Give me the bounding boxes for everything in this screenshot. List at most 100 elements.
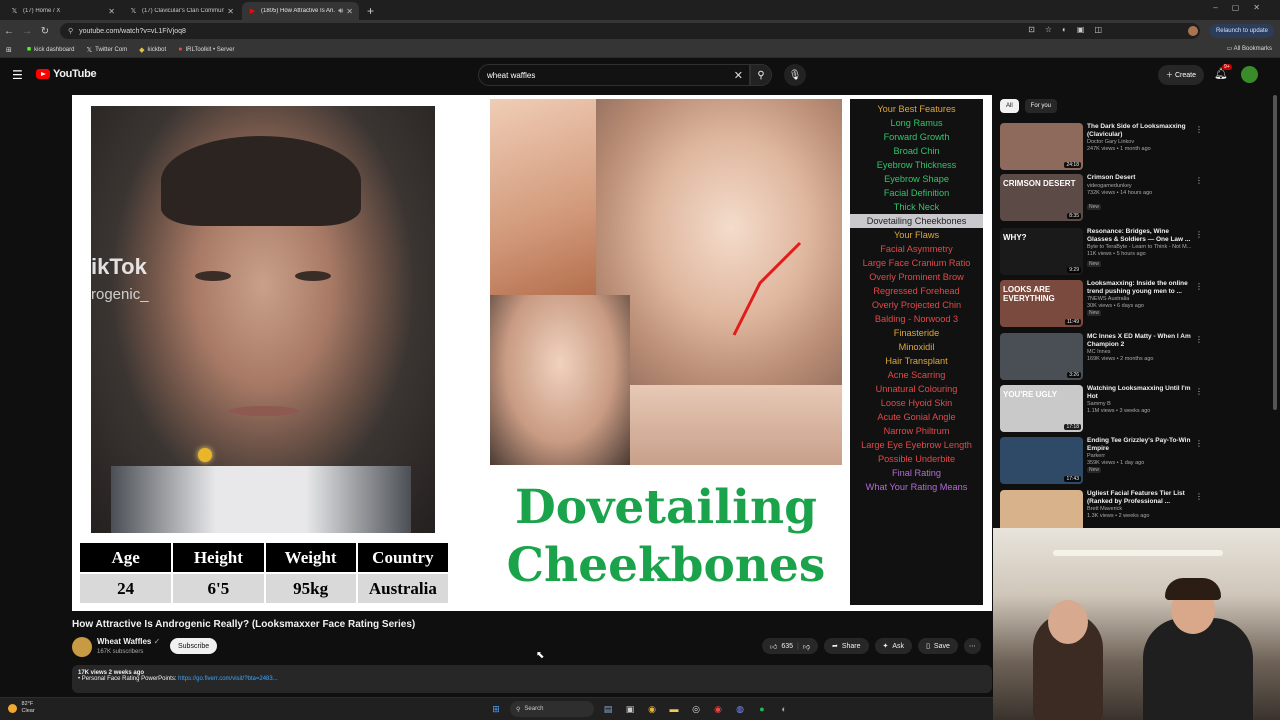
youtube-logo[interactable]: YouTube — [36, 68, 97, 80]
video-actions: 👍︎ 635 | 👎︎ ➦ Share ✦ Ask ▯ Save ⋯ — [762, 638, 981, 654]
description-box[interactable]: 17K views 2 weeks ago • Personal Face Ra… — [72, 665, 992, 693]
bookmark-twitter[interactable]: 𝕏 Twitter Com — [86, 46, 127, 54]
like-button[interactable]: 👍︎ 635 | 👎︎ — [762, 638, 818, 654]
description-link[interactable]: https://go.fiverr.com/visit/?bta=2483... — [178, 676, 278, 682]
clear-search-icon[interactable]: ✕ — [734, 69, 743, 82]
discord-icon[interactable]: ◍ — [732, 701, 748, 717]
site-info-icon[interactable]: ⚲ — [68, 27, 73, 35]
close-tab-icon[interactable]: ✕ — [227, 7, 234, 16]
video-thumbnail[interactable]: 3:26 — [1000, 333, 1083, 380]
recommended-video[interactable]: 3:26 MC Innes X ED Matty - When I Am Cha… — [1000, 333, 1203, 381]
recommended-channel[interactable]: MC Innes — [1087, 349, 1111, 355]
browser-icon[interactable]: ◉ — [710, 701, 726, 717]
ask-button[interactable]: ✦ Ask — [874, 638, 913, 654]
recommended-video-title[interactable]: Ugliest Facial Features Tier List (Ranke… — [1087, 490, 1195, 506]
recommended-video-title[interactable]: Looksmaxxing: Inside the online trend pu… — [1087, 280, 1195, 296]
recommended-video[interactable]: 17:43 Ending Tee Grizzley's Pay-To-Win E… — [1000, 437, 1203, 485]
recommended-video[interactable]: 24:18 The Dark Side of Looksmaxxing (Cla… — [1000, 123, 1203, 171]
more-options-icon[interactable]: ⋮ — [1195, 492, 1203, 501]
more-options-icon[interactable]: ⋮ — [1195, 387, 1203, 396]
browser-tab[interactable]: 𝕏 (17) Clavicular's Clan Communi... ✕ — [123, 2, 240, 20]
back-icon[interactable]: ← — [0, 26, 18, 37]
mute-tab-icon[interactable]: 🔊︎ — [338, 6, 343, 16]
video-thumbnail[interactable]: YOU'RE UGLY 17:18 — [1000, 385, 1083, 432]
more-options-icon[interactable]: ⋮ — [1195, 439, 1203, 448]
recommended-channel[interactable]: Brett Maverick — [1087, 506, 1122, 512]
recommended-video[interactable]: WHY? 9:29 Resonance: Bridges, Wine Glass… — [1000, 228, 1203, 276]
voice-search-button[interactable]: 🎙︎ — [784, 64, 806, 86]
subscribe-button[interactable]: Subscribe — [170, 638, 218, 654]
search-input[interactable]: wheat waffles ✕ — [478, 64, 750, 86]
bookmark-kick-dashboard[interactable]: ■ kick dashboard — [27, 46, 75, 53]
taskbar-search[interactable]: ⚲ Search — [510, 701, 594, 717]
chrome-icon[interactable]: ◉ — [644, 701, 660, 717]
video-thumbnail[interactable]: LOOKS ARE EVERYTHING 11:49 — [1000, 280, 1083, 327]
recommended-channel[interactable]: Sammy B — [1087, 401, 1111, 407]
recommended-video[interactable]: CRIMSON DESERT 8:35 Crimson Desert video… — [1000, 174, 1203, 222]
file-explorer-icon[interactable]: ▬ — [666, 701, 682, 717]
share-button[interactable]: ➦ Share — [823, 638, 869, 654]
more-options-icon[interactable]: ⋮ — [1195, 230, 1203, 239]
notifications-button[interactable]: 🔔︎ 9+ — [1214, 64, 1232, 80]
browser-tab[interactable]: 𝕏 (17) Home / X ✕ — [4, 2, 121, 20]
feature-item: Thick Neck — [893, 202, 940, 212]
widgets-icon[interactable]: ▤ — [600, 701, 616, 717]
forward-icon[interactable]: → — [18, 26, 36, 37]
task-view-icon[interactable]: ▣ — [622, 701, 638, 717]
all-bookmarks[interactable]: ▭ All Bookmarks — [1227, 45, 1272, 52]
account-avatar[interactable] — [1241, 66, 1258, 83]
new-tab-button[interactable]: + — [361, 2, 380, 20]
chip-for-you[interactable]: For you — [1024, 99, 1058, 113]
channel-avatar[interactable] — [72, 637, 92, 657]
recommended-channel[interactable]: videogamedunkey — [1087, 183, 1132, 189]
more-options-icon[interactable]: ⋮ — [1195, 335, 1203, 344]
create-button[interactable]: ＋ Create — [1158, 65, 1204, 85]
sidebar-scrollbar[interactable] — [1273, 95, 1277, 410]
close-tab-icon[interactable]: ✕ — [346, 7, 353, 16]
video-player[interactable]: ikTok rogenic_ Age Height Weight Country… — [72, 95, 992, 611]
windows-start-icon[interactable]: ⊞ — [488, 701, 504, 717]
video-thumbnail[interactable]: WHY? 9:29 — [1000, 228, 1083, 275]
video-thumbnail[interactable]: 24:18 — [1000, 123, 1083, 170]
browser-tab-active[interactable]: ▶ (1805) How Attractive Is An... 🔊︎ ✕ — [242, 2, 359, 20]
more-options-icon[interactable]: ⋮ — [1195, 125, 1203, 134]
search-button[interactable]: ⚲ — [750, 64, 772, 86]
recommended-video-title[interactable]: MC Innes X ED Matty - When I Am Champion… — [1087, 333, 1195, 349]
recommended-video[interactable]: YOU'RE UGLY 17:18 Watching Looksmaxxing … — [1000, 385, 1203, 433]
recommended-video-title[interactable]: The Dark Side of Looksmaxxing (Clavicula… — [1087, 123, 1195, 139]
profile-avatar[interactable] — [1188, 26, 1198, 36]
channel-name[interactable]: Wheat Waffles ✓ — [97, 637, 160, 646]
recommended-channel[interactable]: 7NEWS Australia — [1087, 296, 1129, 302]
recommended-channel[interactable]: Byte to TeraByte - Learn to Think - Not … — [1087, 244, 1191, 250]
recommended-video-title[interactable]: Ending Tee Grizzley's Pay-To-Win Empire — [1087, 437, 1195, 453]
video-thumbnail[interactable]: 17:43 — [1000, 437, 1083, 484]
recommended-video[interactable]: LOOKS ARE EVERYTHING 11:49 Looksmaxxing:… — [1000, 280, 1203, 328]
weather-widget[interactable]: 82°F Clear — [8, 701, 35, 715]
chip-all[interactable]: All — [1000, 99, 1019, 113]
recommended-video-title[interactable]: Watching Looksmaxxing Until I'm Hot — [1087, 385, 1195, 401]
bookmark-kickbot[interactable]: ◆ kickbot — [139, 46, 166, 54]
reload-icon[interactable]: ↻ — [36, 26, 54, 37]
recommended-video-title[interactable]: Resonance: Bridges, Wine Glasses & Soldi… — [1087, 228, 1195, 244]
save-button[interactable]: ▯ Save — [918, 638, 958, 654]
cheekbone-line-annotation — [732, 241, 802, 336]
feature-item: Acute Gonial Angle — [877, 412, 956, 422]
thumbs-down-icon[interactable]: 👎︎ — [803, 642, 810, 651]
close-tab-icon[interactable]: ✕ — [108, 7, 115, 16]
recommended-channel[interactable]: Parkerr — [1087, 453, 1105, 459]
more-options-icon[interactable]: ⋮ — [1195, 176, 1203, 185]
steam-icon[interactable]: ◐ — [776, 701, 792, 717]
window-controls[interactable]: –▢✕ — [1213, 3, 1274, 12]
menu-icon[interactable]: ☰ — [12, 68, 23, 82]
relaunch-button[interactable]: Relaunch to update — [1209, 24, 1274, 38]
spotify-icon[interactable]: ● — [754, 701, 770, 717]
extension-icons[interactable]: ⊡☆◐▣◫ — [1028, 25, 1112, 34]
apps-icon[interactable]: ⊞ — [6, 46, 15, 54]
video-thumbnail[interactable]: CRIMSON DESERT 8:35 — [1000, 174, 1083, 221]
bookmark-irltoolkit[interactable]: ● IRLToolkit • Server — [178, 46, 234, 53]
recommended-channel[interactable]: Doctor Gary Linkov — [1087, 139, 1134, 145]
obs-icon[interactable]: ◎ — [688, 701, 704, 717]
recommended-video-title[interactable]: Crimson Desert — [1087, 174, 1195, 182]
more-options-icon[interactable]: ⋮ — [1195, 282, 1203, 291]
more-actions-button[interactable]: ⋯ — [963, 638, 981, 654]
